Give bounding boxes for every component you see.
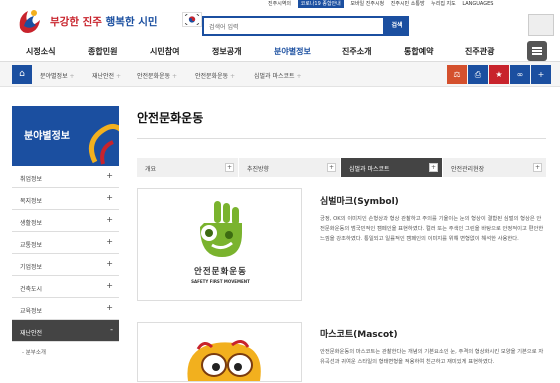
side-nav-item-active[interactable]: 재난안전 -: [12, 320, 119, 342]
menu-icon[interactable]: [527, 41, 547, 61]
tab-expand-icon[interactable]: +: [225, 163, 234, 172]
side-nav-title-text: 분야별정보: [24, 131, 70, 142]
plus-icon[interactable]: +: [531, 65, 551, 84]
side-nav-title: 분야별정보: [12, 106, 119, 166]
decorative-swirl-icon: [88, 124, 119, 165]
gnb-item[interactable]: 진주관광: [465, 46, 494, 57]
symbol-description: 긍정, OK의 이미지인 손형상과 형상 관찰하고 주의를 기울이는 눈의 형상…: [320, 216, 544, 242]
ok-hand-symbol-icon: [200, 201, 242, 257]
side-nav-item[interactable]: 기업정보 +: [12, 254, 119, 276]
gnb-item-active[interactable]: 분야별정보: [274, 46, 311, 57]
tab-label: 심벌과 마스코트: [349, 166, 390, 173]
symbol-title: 심벌마크(Symbol): [320, 197, 399, 207]
gnb-item[interactable]: 진주소개: [342, 46, 371, 57]
bookmark-icon[interactable]: ★: [489, 65, 509, 84]
side-nav-label: 교육정보: [20, 308, 43, 315]
side-nav-label: 재난안전: [20, 330, 43, 337]
tab-label: 개요: [145, 166, 157, 173]
tab-safety-site[interactable]: 안전관리현장 +: [443, 158, 546, 177]
symbol-image-card: 안전문화운동 SAFETY FIRST MOVEMENT: [137, 188, 302, 301]
symbol-caption: 안전문화운동: [194, 267, 247, 277]
breadcrumb-item[interactable]: 안전문화운동: [195, 71, 235, 80]
tab-expand-icon[interactable]: +: [327, 163, 336, 172]
side-nav-item[interactable]: 생활정보 +: [12, 210, 119, 232]
expand-icon[interactable]: +: [106, 193, 113, 202]
side-nav-subitem[interactable]: - 분부소개: [12, 342, 119, 356]
jinju-logo[interactable]: [14, 6, 44, 36]
side-nav-item[interactable]: 교육정보 +: [12, 298, 119, 320]
city-hall-icon[interactable]: [528, 14, 554, 36]
side-nav-label: 복지정보: [20, 198, 43, 205]
side-nav-item[interactable]: 교통정보 +: [12, 232, 119, 254]
top-link[interactable]: 모바일 진주시청: [350, 1, 384, 7]
breadcrumb-item[interactable]: 안전문화운동: [137, 71, 177, 80]
korean-flag-icon: [182, 12, 202, 27]
link-icon[interactable]: ∞: [510, 65, 530, 84]
share-icon[interactable]: ⚖: [447, 65, 467, 84]
tab-symbol-mascot[interactable]: 심벌과 마스코트 +: [341, 158, 443, 177]
search-button[interactable]: 검색: [385, 16, 409, 36]
side-nav-item[interactable]: 건축도시 +: [12, 276, 119, 298]
gnb-item[interactable]: 통합예약: [404, 46, 433, 57]
side-nav-item[interactable]: 복지정보 +: [12, 188, 119, 210]
mascot-character-icon: [187, 340, 261, 381]
side-nav-item[interactable]: 취업정보 +: [12, 166, 119, 188]
gnb-item[interactable]: 시정소식: [26, 46, 55, 57]
top-link[interactable]: 진주시역의: [268, 1, 291, 7]
expand-icon[interactable]: +: [106, 171, 113, 180]
page-title: 안전문화운동: [137, 111, 204, 125]
top-link[interactable]: 진주시민 소통방: [391, 1, 425, 7]
symbol-subcaption: SAFETY FIRST MOVEMENT: [191, 279, 250, 284]
gnb-item[interactable]: 시민참여: [150, 46, 179, 57]
mascot-description: 안전문화운동의 마스코트는 관찰한다는 개념의 기본요소인 눈, 주격의 형상화…: [320, 349, 544, 365]
gnb-item[interactable]: 정보공개: [212, 46, 241, 57]
mascot-image-card: [137, 322, 302, 382]
top-link[interactable]: LANGUAGES: [462, 1, 493, 7]
expand-icon[interactable]: +: [106, 215, 113, 224]
content-tabs: 개요 + 추진방향 + 심벌과 마스코트 + 안전관리현장 +: [137, 158, 546, 177]
home-icon[interactable]: ⌂: [12, 65, 32, 84]
collapse-icon[interactable]: -: [110, 325, 113, 334]
side-nav: 분야별정보 취업정보 + 복지정보 + 생활정보 + 교통정보 + 기업정보 + 건축도시…: [12, 106, 119, 356]
side-nav-label: 기업정보: [20, 264, 43, 271]
expand-icon[interactable]: +: [106, 281, 113, 290]
search-input[interactable]: 검색어 입력: [202, 16, 385, 36]
expand-icon[interactable]: +: [106, 237, 113, 246]
expand-icon[interactable]: +: [106, 259, 113, 268]
side-nav-label: 생활정보: [20, 220, 43, 227]
tab-expand-icon[interactable]: +: [533, 163, 542, 172]
print-icon[interactable]: ⎙: [468, 65, 488, 84]
tab-direction[interactable]: 추진방향 +: [239, 158, 341, 177]
expand-icon[interactable]: +: [106, 303, 113, 312]
breadcrumb-item[interactable]: 심벌과 마스코트: [254, 71, 302, 80]
slogan-red: 부강한 진주: [50, 16, 102, 28]
breadcrumb-item[interactable]: 재난안전: [92, 71, 121, 80]
top-links: 진주시역의 코로나19 종합안내 모바일 진주시청 진주시민 소통방 누리집 지…: [268, 0, 498, 9]
corona-link[interactable]: 코로나19 종합안내: [297, 0, 344, 8]
side-nav-label: 교통정보: [20, 242, 43, 249]
top-link[interactable]: 누리집 지도: [431, 1, 456, 7]
gnb-item[interactable]: 종합민원: [88, 46, 117, 57]
side-nav-label: 건축도시: [20, 286, 43, 293]
breadcrumb-item[interactable]: 분야별정보: [40, 71, 75, 80]
side-nav-label: 취업정보: [20, 176, 43, 183]
mascot-title: 마스코트(Mascot): [320, 330, 398, 340]
tab-expand-icon[interactable]: +: [429, 163, 438, 172]
slogan: 부강한 진주 행복한 시민: [50, 14, 158, 29]
slogan-blue: 행복한 시민: [105, 16, 158, 28]
title-divider: [137, 138, 546, 139]
tab-overview[interactable]: 개요 +: [137, 158, 239, 177]
tab-label: 안전관리현장: [451, 166, 485, 173]
tab-label: 추진방향: [247, 166, 270, 173]
